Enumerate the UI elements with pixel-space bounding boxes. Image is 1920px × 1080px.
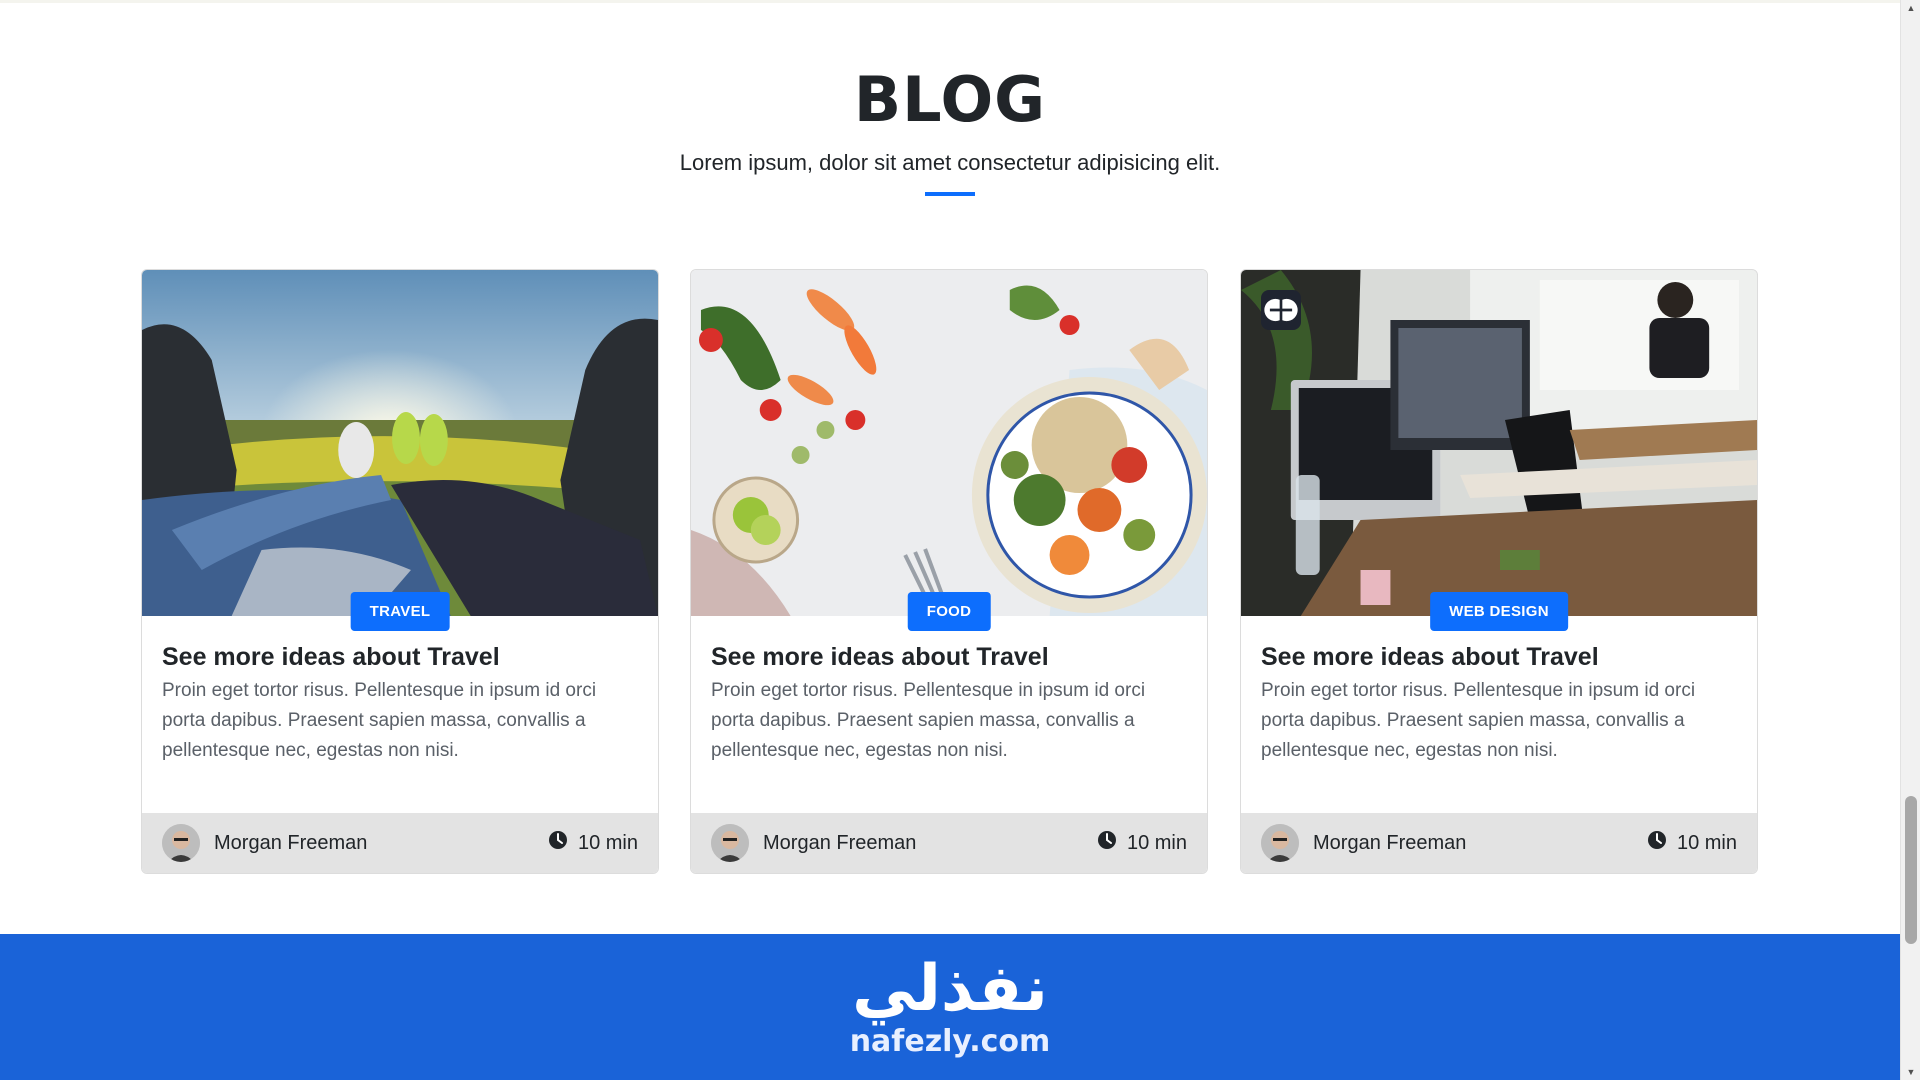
- nafezly-logo[interactable]: نفذلي nafezly.com: [0, 954, 1900, 1060]
- office-photo[interactable]: [1241, 270, 1757, 616]
- scroll-down-arrow-icon[interactable]: ▼: [1901, 1064, 1920, 1080]
- category-badge[interactable]: TRAVEL: [350, 592, 450, 631]
- read-time-label: 10 min: [1676, 831, 1737, 854]
- travel-photo[interactable]: [142, 270, 658, 616]
- card-footer: Morgan Freeman 10 min: [1241, 813, 1757, 873]
- page-scrollbar[interactable]: ▲ ▼: [1900, 0, 1920, 1080]
- card-footer: Morgan Freeman 10 min: [691, 813, 1207, 873]
- author-name: Morgan Freeman: [763, 831, 917, 854]
- scroll-thumb[interactable]: [1905, 796, 1917, 944]
- brain-icon[interactable]: [1261, 290, 1301, 330]
- category-badge[interactable]: WEB DESIGN: [1430, 592, 1568, 631]
- author: Morgan Freeman: [711, 824, 916, 862]
- read-time-label: 10 min: [577, 831, 638, 854]
- food-photo[interactable]: [691, 270, 1207, 616]
- card-title[interactable]: See more ideas about Travel: [162, 640, 638, 674]
- author: Morgan Freeman: [162, 824, 367, 862]
- card-title[interactable]: See more ideas about Travel: [1261, 640, 1737, 674]
- blog-subtitle: Lorem ipsum, dolor sit amet consectetur …: [679, 150, 1221, 175]
- card-title[interactable]: See more ideas about Travel: [711, 640, 1187, 674]
- scroll-up-arrow-icon[interactable]: ▲: [1901, 0, 1920, 16]
- brand-band: نفذلي nafezly.com: [0, 934, 1900, 1080]
- top-border: [0, 0, 1900, 3]
- read-time: 10 min: [1097, 830, 1187, 856]
- category-badge[interactable]: FOOD: [907, 592, 991, 631]
- avatar: [1261, 824, 1299, 862]
- blog-card-web-design[interactable]: WEB DESIGN See more ideas about Travel P…: [1240, 269, 1758, 874]
- title-underline: [925, 192, 975, 196]
- avatar: [711, 824, 749, 862]
- blog-card-travel[interactable]: TRAVEL See more ideas about Travel Proin…: [141, 269, 659, 874]
- author-name: Morgan Freeman: [1313, 831, 1467, 854]
- avatar: [162, 824, 200, 862]
- read-time: 10 min: [1647, 830, 1737, 856]
- author-name: Morgan Freeman: [214, 831, 368, 854]
- clock-icon: [1097, 830, 1117, 856]
- card-text: Proin eget tortor risus. Pellentesque in…: [711, 680, 1146, 761]
- card-text: Proin eget tortor risus. Pellentesque in…: [1261, 680, 1696, 761]
- brand-url: nafezly.com: [849, 1024, 1051, 1059]
- brand-arabic-text: نفذلي: [852, 952, 1048, 1026]
- blog-header: BLOG Lorem ipsum, dolor sit amet consect…: [0, 62, 1900, 196]
- card-body: See more ideas about Travel Proin eget t…: [142, 640, 658, 766]
- read-time: 10 min: [548, 830, 638, 856]
- card-text: Proin eget tortor risus. Pellentesque in…: [162, 680, 597, 761]
- clock-icon: [1647, 830, 1667, 856]
- read-time-label: 10 min: [1126, 831, 1187, 854]
- clock-icon: [548, 830, 568, 856]
- card-footer: Morgan Freeman 10 min: [142, 813, 658, 873]
- blog-card-food[interactable]: FOOD See more ideas about Travel Proin e…: [690, 269, 1208, 874]
- card-body: See more ideas about Travel Proin eget t…: [1241, 640, 1757, 766]
- author: Morgan Freeman: [1261, 824, 1466, 862]
- card-body: See more ideas about Travel Proin eget t…: [691, 640, 1207, 766]
- blog-title: BLOG: [853, 63, 1047, 136]
